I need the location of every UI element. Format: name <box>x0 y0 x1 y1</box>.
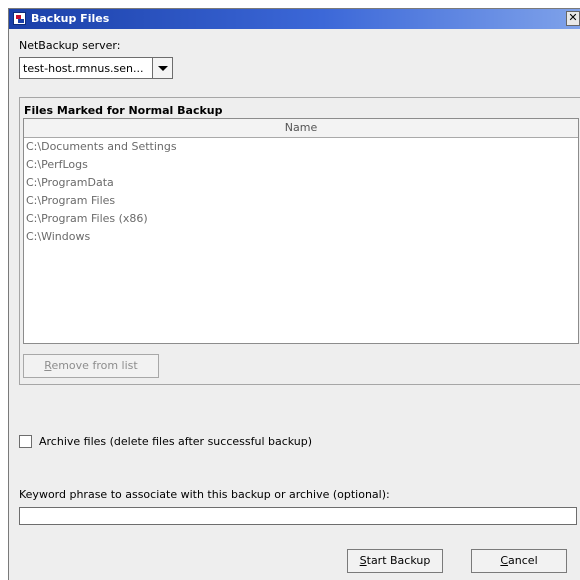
backup-files-dialog: Backup Files ✕ NetBackup server: test-ho… <box>8 8 580 580</box>
keyword-label: Keyword phrase to associate with this ba… <box>19 488 390 501</box>
cancel-button-mnemonic: C <box>500 554 509 567</box>
table-row[interactable]: C:\Program Files <box>24 192 578 210</box>
table-row[interactable]: C:\Windows <box>24 228 578 246</box>
remove-from-list-button[interactable]: Remove from list <box>23 354 159 378</box>
cancel-button-label: ancel <box>508 554 538 567</box>
files-group-title: Files Marked for Normal Backup <box>24 104 223 117</box>
backup-app-icon <box>13 12 26 25</box>
start-backup-button[interactable]: Start Backup <box>347 549 443 573</box>
start-button-mnemonic: S <box>359 554 367 567</box>
server-dropdown[interactable]: test-host.rmnus.sen... <box>19 57 173 79</box>
start-button-label: tart Backup <box>366 554 431 567</box>
remove-button-label: emove from list <box>51 359 138 372</box>
files-table[interactable]: Name C:\Documents and Settings C:\PerfLo… <box>23 118 579 344</box>
archive-files-label[interactable]: Archive files (delete files after succes… <box>39 435 312 448</box>
table-row[interactable]: C:\Documents and Settings <box>24 138 578 156</box>
window-title: Backup Files <box>31 12 110 25</box>
table-row[interactable]: C:\PerfLogs <box>24 156 578 174</box>
files-marked-group: Files Marked for Normal Backup Name C:\D… <box>19 97 580 385</box>
title-bar[interactable]: Backup Files ✕ <box>9 9 580 29</box>
close-icon[interactable]: ✕ <box>566 11 580 26</box>
cancel-button[interactable]: Cancel <box>471 549 567 573</box>
name-column-header[interactable]: Name <box>24 119 578 138</box>
archive-files-checkbox[interactable] <box>19 435 32 448</box>
chevron-down-icon[interactable] <box>152 58 172 78</box>
table-row[interactable]: C:\Program Files (x86) <box>24 210 578 228</box>
keyword-input[interactable] <box>19 507 577 525</box>
table-row[interactable]: C:\ProgramData <box>24 174 578 192</box>
server-label: NetBackup server: <box>19 39 121 52</box>
server-selected-value: test-host.rmnus.sen... <box>23 62 144 75</box>
